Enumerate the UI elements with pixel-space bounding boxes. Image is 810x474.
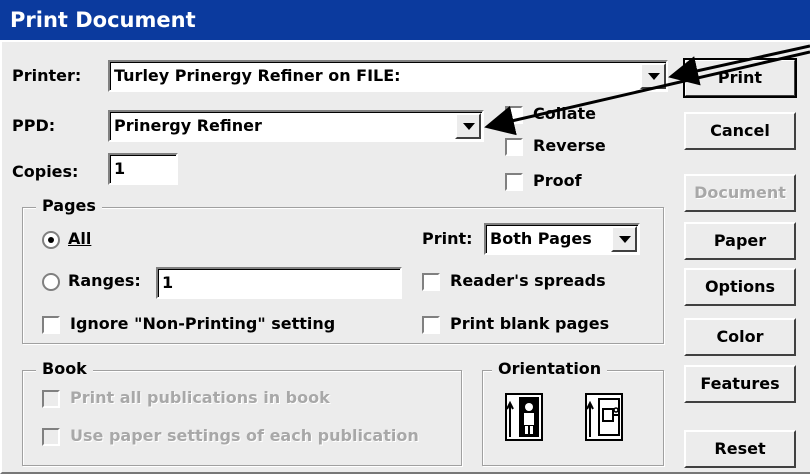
callout-arrows — [484, 44, 810, 136]
print-dialog: Print Document Printer: Turley Prinergy … — [0, 0, 810, 474]
printer-callout-arrow — [668, 44, 810, 86]
ppd-callout-arrow — [484, 50, 810, 136]
